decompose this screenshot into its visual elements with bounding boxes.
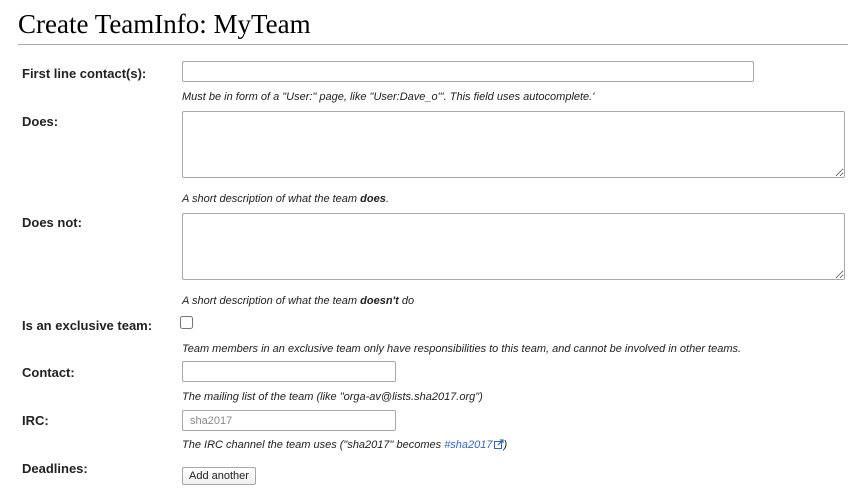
add-another-deadline-button[interactable]: Add another <box>182 467 256 485</box>
does-not-help-bold: doesn't <box>360 295 399 307</box>
first-line-contact-help: Must be in form of a "User:" page, like … <box>182 91 595 103</box>
irc-channel-link-text: #sha2017 <box>444 439 493 451</box>
does-help: A short description of what the team doe… <box>182 193 389 205</box>
does-not-help-prefix: A short description of what the team <box>182 295 361 307</box>
does-not-label: Does not: <box>22 215 82 230</box>
irc-label: IRC: <box>22 413 49 428</box>
does-help-prefix: A short description of what the team <box>182 193 361 205</box>
exclusive-team-checkbox[interactable] <box>180 316 193 329</box>
page-title: Create TeamInfo: MyTeam <box>18 8 848 45</box>
irc-help: The IRC channel the team uses ("sha2017"… <box>182 439 507 451</box>
irc-help-prefix: The IRC channel the team uses ("sha2017"… <box>182 439 445 451</box>
does-not-help: A short description of what the team doe… <box>182 295 414 307</box>
contact-input[interactable] <box>182 361 396 382</box>
does-help-suffix: . <box>385 193 389 205</box>
external-link-icon <box>493 439 504 449</box>
contact-help: The mailing list of the team (like "orga… <box>182 391 483 403</box>
contact-label: Contact: <box>22 365 75 380</box>
does-textarea[interactable] <box>182 111 845 178</box>
does-label: Does: <box>22 114 59 129</box>
deadlines-label: Deadlines: <box>22 461 88 476</box>
exclusive-team-label: Is an exclusive team: <box>22 318 153 333</box>
first-line-contact-input[interactable] <box>182 61 754 82</box>
irc-input[interactable] <box>182 410 396 431</box>
first-line-contact-label: First line contact(s): <box>22 66 147 81</box>
does-not-help-suffix: do <box>398 295 415 307</box>
does-not-textarea[interactable] <box>182 213 845 280</box>
does-help-bold: does <box>360 193 386 205</box>
exclusive-team-help: Team members in an exclusive team only h… <box>182 343 742 355</box>
irc-channel-link[interactable]: #sha2017 <box>444 439 504 451</box>
irc-help-suffix: ) <box>503 439 508 451</box>
